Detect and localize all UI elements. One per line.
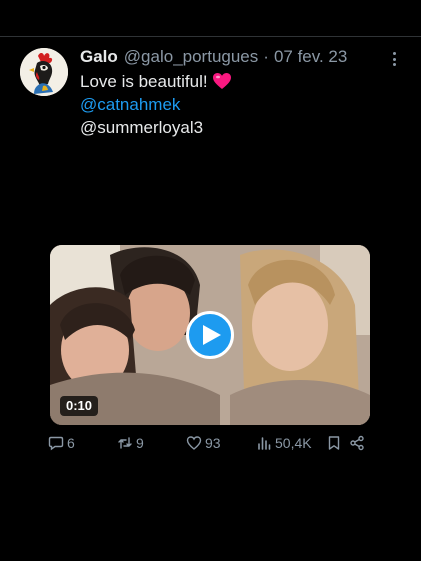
views-chart-icon <box>258 437 271 450</box>
like-button[interactable]: 93 <box>186 432 221 454</box>
share-button[interactable] <box>349 432 368 454</box>
retweet-icon <box>118 437 132 449</box>
retweet-button[interactable]: 9 <box>117 432 144 454</box>
views-count: 50,4K <box>275 435 312 451</box>
action-bar: 6 9 93 50,4K <box>0 432 421 454</box>
bookmark-icon <box>328 436 340 450</box>
bookmark-button[interactable] <box>326 432 345 454</box>
tweet-date[interactable]: 07 fev. 23 <box>274 47 347 67</box>
like-count: 93 <box>205 435 221 451</box>
top-divider <box>0 36 421 37</box>
reply-button[interactable]: 6 <box>48 432 75 454</box>
mention-link-catnahmek[interactable]: @catnahmek <box>80 93 232 116</box>
author-handle[interactable]: @galo_portugues <box>124 47 258 67</box>
tweet-header: Galo @galo_portugues · 07 fev. 23 <box>80 46 347 68</box>
mention-summerloyal3[interactable]: @summerloyal3 <box>80 116 232 139</box>
video-duration-badge: 0:10 <box>60 396 99 416</box>
more-options-icon[interactable] <box>388 50 400 68</box>
retweet-count: 9 <box>136 435 144 451</box>
share-icon <box>350 435 364 451</box>
author-name[interactable]: Galo <box>80 47 118 67</box>
avatar[interactable] <box>20 48 68 96</box>
play-icon <box>203 325 221 345</box>
tweet-text: Love is beautiful! @catnahmek @summerloy… <box>80 70 232 139</box>
reply-count: 6 <box>67 435 75 451</box>
tweet-body: Love is beautiful! <box>80 72 208 91</box>
like-heart-icon <box>186 436 202 450</box>
heart-emoji-icon <box>212 73 231 89</box>
tweet-text-line: Love is beautiful! <box>80 70 232 93</box>
play-button[interactable] <box>186 311 234 359</box>
reply-icon <box>48 436 64 451</box>
rooster-avatar-icon <box>20 48 68 96</box>
separator-dot: · <box>263 47 269 66</box>
views-button[interactable]: 50,4K <box>256 432 312 454</box>
